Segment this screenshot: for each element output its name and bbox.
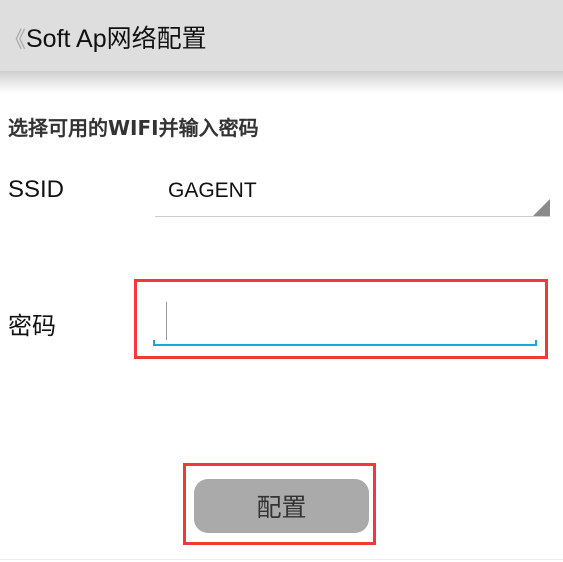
dropdown-triangle-icon bbox=[533, 199, 550, 216]
page-title: Soft Ap网络配置 bbox=[26, 25, 207, 53]
instruction-text: 选择可用的WIFI并输入密码 bbox=[8, 116, 259, 140]
ssid-label: SSID bbox=[8, 176, 65, 203]
highlight-box-button bbox=[183, 463, 376, 545]
highlight-box-password bbox=[134, 279, 548, 359]
chevron-left-icon[interactable]: 《 bbox=[4, 22, 26, 54]
ssid-selected-value: GAGENT bbox=[168, 179, 257, 202]
action-bar-shadow bbox=[0, 71, 563, 93]
divider bbox=[0, 559, 563, 560]
password-label: 密码 bbox=[8, 313, 56, 340]
ssid-spinner[interactable]: GAGENT bbox=[155, 170, 550, 217]
